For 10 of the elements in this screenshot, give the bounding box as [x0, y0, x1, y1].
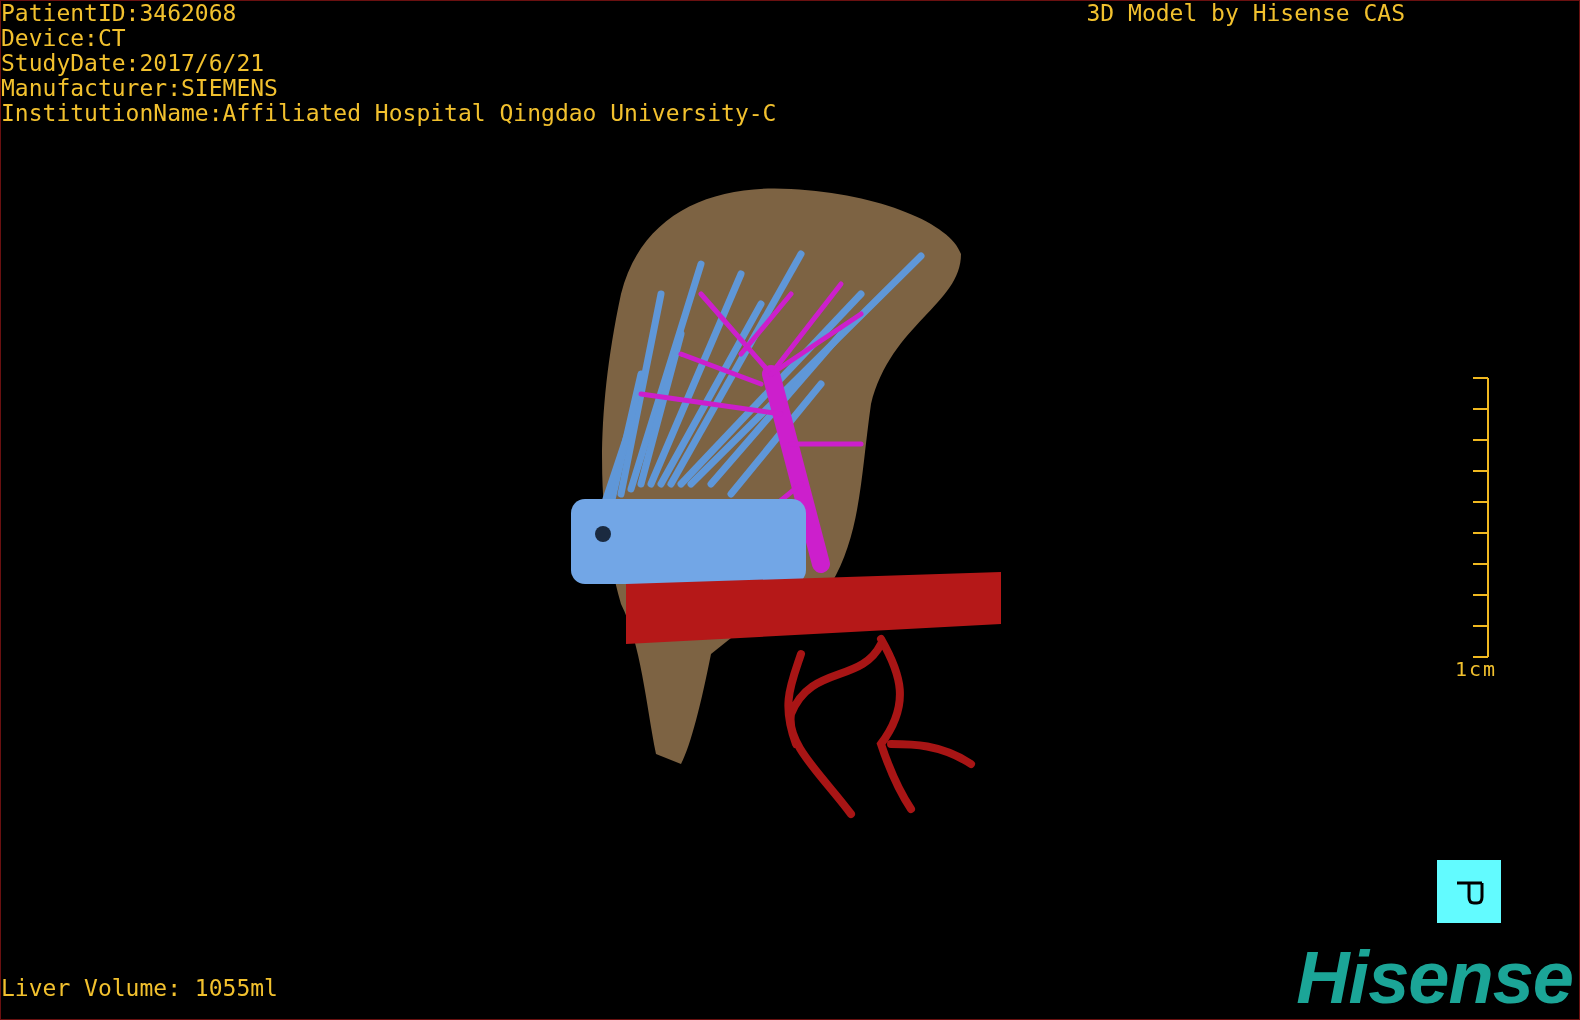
orientation-cube-icon[interactable]	[1437, 860, 1501, 923]
scale-label: 1cm	[1454, 659, 1497, 679]
patient-info-line: InstitutionName:Affiliated Hospital Qingdao University-C	[1, 101, 777, 126]
brand-logo: Hisense	[1296, 943, 1573, 1013]
liver-volume-text: Liver Volume: 1055ml	[1, 976, 278, 1001]
patient-info-line: Device:CT	[1, 26, 127, 51]
patient-info-line: StudyDate:2017/6/21	[1, 51, 266, 76]
viewer-title: 3D Model by Hisense CAS	[1086, 1, 1405, 28]
patient-info-line: Manufacturer:SIEMENS	[1, 76, 279, 101]
patient-info-line: PatientID:3462068	[1, 1, 238, 26]
